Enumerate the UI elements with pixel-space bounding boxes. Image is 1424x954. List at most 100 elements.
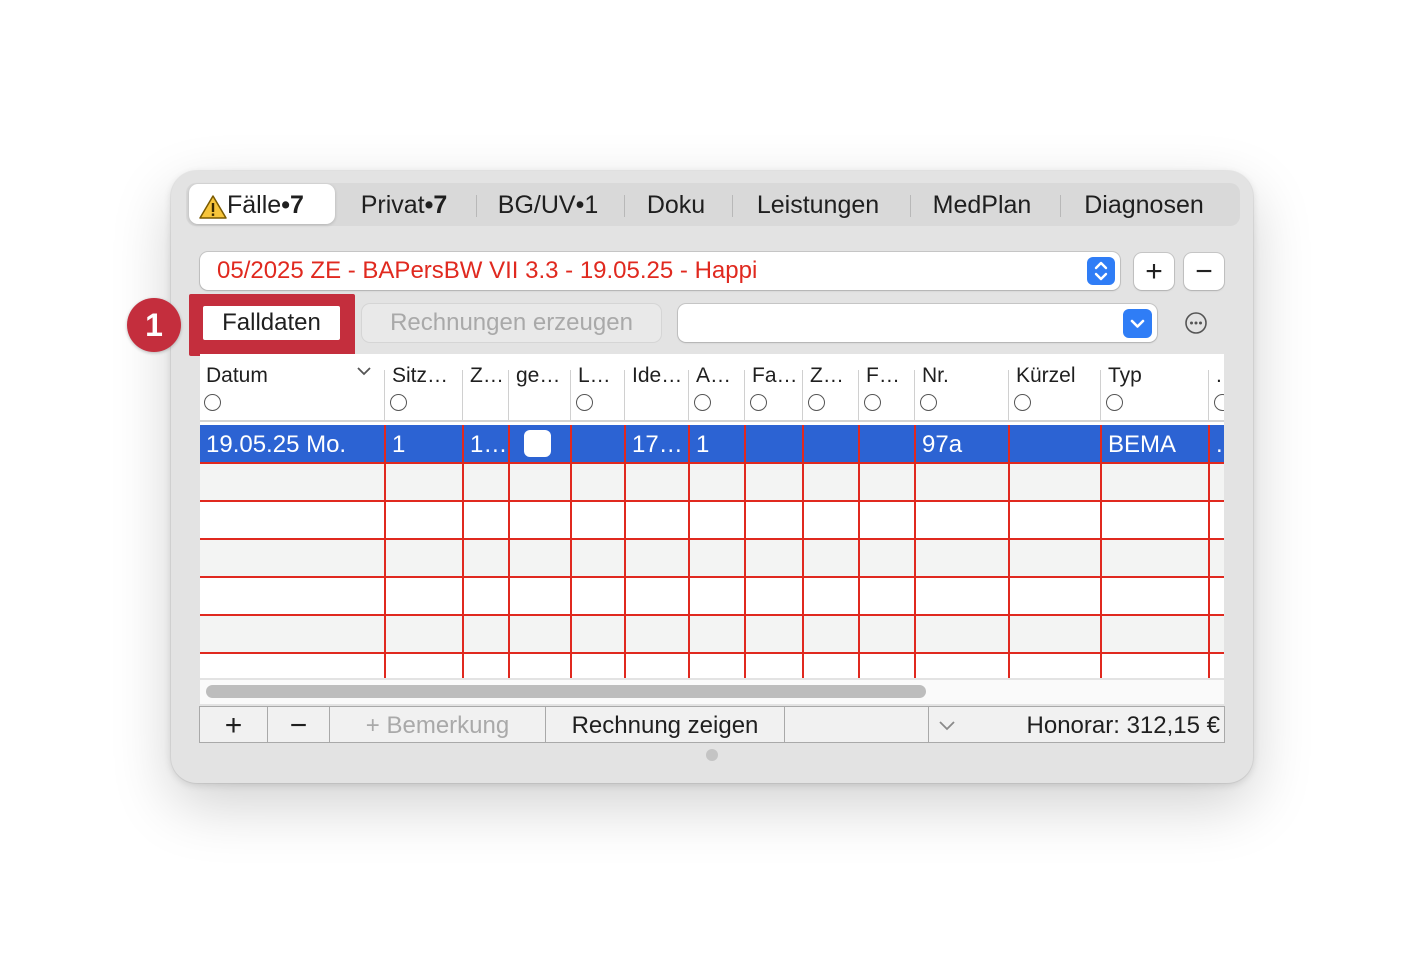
column-divider [744,370,745,420]
updown-chevron-icon[interactable] [1087,257,1115,285]
column-divider [508,370,509,420]
column-header-z2[interactable]: Z… [804,354,858,422]
filter-radio[interactable] [1014,394,1031,411]
more-options-icon[interactable] [1185,312,1207,334]
grid-line [200,500,1224,502]
grid-line [744,425,746,678]
column-header-a[interactable]: A… [690,354,744,422]
grid-line [200,614,1224,616]
column-header-more[interactable]: . [1210,354,1224,422]
tab-divider [910,195,911,217]
column-header-label: Datum [206,364,268,387]
grid-line [1100,425,1102,678]
table-row[interactable] [200,616,1224,654]
column-header-sitz[interactable]: Sitz… [386,354,462,422]
column-header-l[interactable]: L… [572,354,624,422]
cell-nr: 97a [922,431,963,458]
grid-line [200,462,1224,464]
grid-line [802,425,804,678]
filter-radio[interactable] [808,394,825,411]
grid-line [688,425,690,678]
filter-radio[interactable] [576,394,593,411]
tab-divider [732,195,733,217]
filter-radio[interactable] [204,394,221,411]
sort-chevron-icon[interactable] [357,366,371,376]
column-header-typ[interactable]: Typ [1102,354,1208,422]
grid-line [858,425,860,678]
column-header-label: Z… [810,364,844,387]
services-table[interactable]: Datum Sitz… Z… ge… L… Ide… A… Fa… Z… F… [200,354,1224,678]
column-header-nr[interactable]: Nr. [916,354,1008,422]
column-divider [384,370,385,420]
tab-diagnosen[interactable]: Diagnosen [1068,184,1220,224]
resize-handle[interactable] [706,749,718,761]
add-row-button[interactable]: + [200,707,267,742]
tab-faelle-count: •7 [281,191,304,219]
tab-privat[interactable]: Privat•7 [340,184,468,224]
cell-extra: . [1216,431,1223,458]
bemerkung-button[interactable]: + Bemerkung [330,707,545,742]
cell-ide: 17… [632,431,683,458]
column-header-kuerzel[interactable]: Kürzel [1010,354,1100,422]
filter-radio[interactable] [920,394,937,411]
bottom-bar: + − + Bemerkung Rechnung zeigen Honorar:… [199,706,1225,743]
table-row[interactable] [200,540,1224,578]
remove-row-button[interactable]: − [268,707,329,742]
honorar-total: Honorar: 312,15 € [1026,712,1220,739]
grid-line [200,652,1224,654]
column-divider [1208,370,1209,420]
tab-diagnosen-label: Diagnosen [1084,191,1204,219]
column-header-ge[interactable]: ge… [510,354,570,422]
column-divider [570,370,571,420]
column-header-ide[interactable]: Ide… [626,354,688,422]
column-header-z[interactable]: Z… [464,354,508,422]
remove-case-button[interactable]: − [1184,253,1224,290]
minus-icon: − [1195,255,1213,288]
column-header-datum[interactable]: Datum [200,354,384,422]
grid-line [624,425,626,678]
grid-line [200,576,1224,578]
filter-radio[interactable] [750,394,767,411]
checkbox[interactable] [524,430,551,457]
column-header-fa[interactable]: Fa… [746,354,802,422]
tab-divider [1060,195,1061,217]
tab-privat-count: •7 [424,191,448,219]
falldaten-button[interactable]: Falldaten [203,306,340,340]
filter-popup[interactable] [678,304,1157,342]
rechnungen-erzeugen-button[interactable]: Rechnungen erzeugen [362,304,661,342]
chevron-down-icon[interactable] [1123,309,1152,338]
column-header-label: Sitz… [392,364,449,387]
tab-leistungen[interactable]: Leistungen [740,184,896,224]
chevron-down-icon[interactable] [938,720,956,731]
plus-icon: + [1145,255,1163,288]
rechnung-zeigen-button[interactable]: Rechnung zeigen [546,707,784,742]
filter-radio[interactable] [694,394,711,411]
column-header-label: Typ [1108,364,1142,387]
tab-privat-label: Privat [360,191,425,219]
plus-icon: + [224,709,243,742]
tab-divider [624,195,625,217]
grid-line [200,538,1224,540]
filter-radio[interactable] [1214,394,1224,411]
grid-line [1008,425,1010,678]
tab-leistungen-label: Leistungen [756,191,880,219]
filter-radio[interactable] [390,394,407,411]
tab-faelle-label: Fälle [227,191,282,219]
tab-faelle[interactable]: Fälle•7 [189,184,335,224]
tab-doku[interactable]: Doku [632,184,720,224]
column-header-f[interactable]: F… [860,354,914,422]
add-case-button[interactable]: + [1134,253,1174,290]
tab-bg-uv[interactable]: BG/UV•1 [484,184,612,224]
grid-line [462,425,464,678]
column-header-label: Kürzel [1016,364,1076,387]
filter-radio[interactable] [1106,394,1123,411]
table-row[interactable] [200,464,1224,502]
column-divider [624,370,625,420]
case-selector[interactable]: 05/2025 ZE - BAPersBW VII 3.3 - 19.05.25… [200,252,1120,290]
filter-radio[interactable] [864,394,881,411]
column-divider [688,370,689,420]
tab-medplan[interactable]: MedPlan [918,184,1046,224]
scrollbar-thumb[interactable] [206,685,926,698]
column-divider [1008,370,1009,420]
tab-medplan-label: MedPlan [932,191,1032,219]
